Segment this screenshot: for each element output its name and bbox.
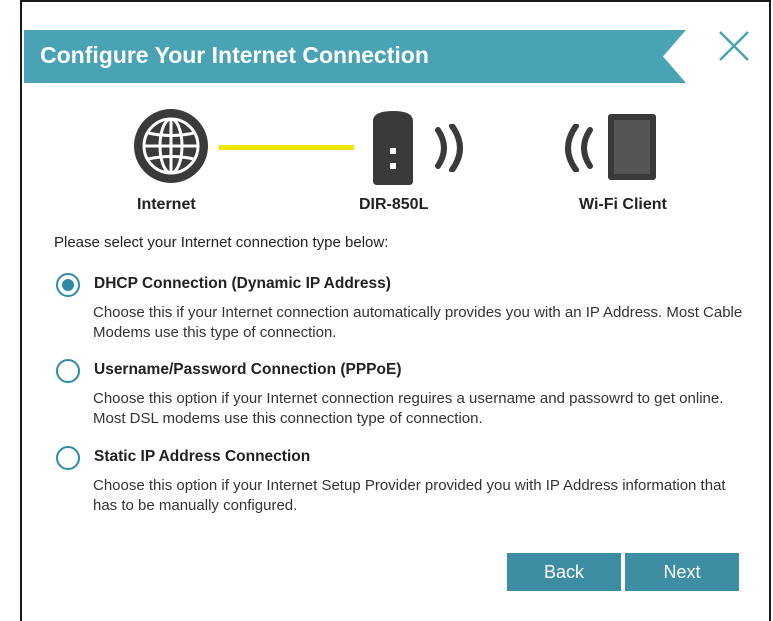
router-icon (373, 111, 413, 185)
globe-icon (134, 109, 208, 183)
tablet-icon (608, 114, 656, 180)
header-banner: Configure Your Internet Connection (24, 30, 686, 83)
radio-static-ip[interactable] (56, 446, 80, 470)
option-title: DHCP Connection (Dynamic IP Address) (94, 275, 391, 292)
option-description: Choose this option if your Internet Setu… (93, 477, 726, 514)
option-title: Static IP Address Connection (94, 448, 311, 465)
radio-pppoe[interactable] (56, 359, 80, 383)
option-description: Choose this option if your Internet conn… (93, 390, 724, 427)
router-label: DIR-850L (359, 196, 429, 213)
link-line (219, 145, 354, 150)
radio-dhcp[interactable] (56, 273, 80, 297)
connection-type-prompt: Please select your Internet connection t… (54, 234, 389, 251)
connection-diagram: Internet DIR-850L Wi-Fi Client (22, 102, 773, 222)
page-title: Configure Your Internet Connection (40, 42, 429, 68)
back-button[interactable]: Back (507, 553, 621, 591)
close-button[interactable] (716, 28, 752, 64)
close-icon (719, 31, 749, 61)
setup-dialog: Configure Your Internet Connection Inter… (20, 0, 771, 621)
client-label: Wi-Fi Client (579, 196, 667, 213)
radio-selected-dot (62, 279, 74, 291)
wifi-signal-icon (435, 124, 463, 172)
next-button[interactable]: Next (625, 553, 739, 591)
internet-label: Internet (137, 196, 196, 213)
option-title: Username/Password Connection (PPPoE) (94, 361, 402, 378)
option-description: Choose this if your Internet connection … (93, 304, 743, 341)
wifi-receive-icon (565, 124, 593, 172)
